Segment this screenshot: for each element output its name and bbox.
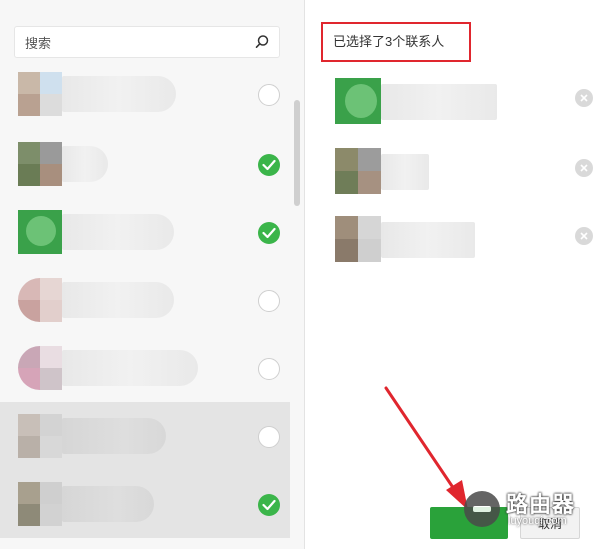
avatar bbox=[335, 148, 381, 194]
contact-row[interactable] bbox=[0, 266, 290, 334]
contact-name bbox=[62, 282, 174, 318]
select-contacts-dialog: 已选择了3个联系人 bbox=[0, 0, 600, 549]
contact-name bbox=[381, 84, 497, 120]
selected-contact bbox=[305, 140, 600, 200]
contact-list[interactable] bbox=[0, 60, 290, 538]
avatar bbox=[18, 346, 62, 390]
contact-row[interactable] bbox=[0, 130, 290, 198]
search-input[interactable] bbox=[23, 31, 247, 55]
select-checkbox[interactable] bbox=[258, 222, 280, 244]
contact-row[interactable] bbox=[0, 198, 290, 266]
select-checkbox[interactable] bbox=[258, 154, 280, 176]
contact-name bbox=[381, 154, 429, 190]
select-checkbox[interactable] bbox=[258, 494, 280, 516]
selected-count-label: 已选择了3个联系人 bbox=[321, 22, 471, 62]
cancel-button[interactable]: 取消 bbox=[520, 507, 580, 539]
selected-contact bbox=[305, 70, 600, 130]
avatar bbox=[18, 482, 62, 526]
avatar bbox=[335, 216, 381, 262]
contact-name bbox=[62, 146, 108, 182]
check-icon bbox=[262, 159, 276, 171]
select-checkbox[interactable] bbox=[258, 290, 280, 312]
remove-icon[interactable] bbox=[575, 227, 593, 245]
avatar bbox=[18, 72, 62, 116]
remove-icon[interactable] bbox=[575, 89, 593, 107]
contact-name bbox=[62, 350, 198, 386]
avatar bbox=[18, 278, 62, 322]
select-checkbox[interactable] bbox=[258, 358, 280, 380]
check-icon bbox=[262, 227, 276, 239]
selected-contact bbox=[305, 208, 600, 268]
contact-row[interactable] bbox=[0, 470, 290, 538]
contact-row[interactable] bbox=[0, 334, 290, 402]
annotation-arrow bbox=[384, 386, 468, 510]
avatar bbox=[18, 210, 62, 254]
avatar bbox=[335, 78, 381, 124]
avatar bbox=[18, 142, 62, 186]
check-icon bbox=[262, 499, 276, 511]
select-checkbox[interactable] bbox=[258, 426, 280, 448]
list-scrollbar[interactable] bbox=[294, 100, 300, 206]
select-checkbox[interactable] bbox=[258, 84, 280, 106]
contact-row[interactable] bbox=[0, 402, 290, 470]
remove-icon[interactable] bbox=[575, 159, 593, 177]
confirm-button[interactable] bbox=[430, 507, 508, 539]
contact-picker-panel bbox=[0, 0, 305, 549]
contact-name bbox=[62, 214, 174, 250]
search-icon[interactable] bbox=[253, 33, 271, 51]
contact-name bbox=[381, 222, 475, 258]
avatar bbox=[18, 414, 62, 458]
contact-name bbox=[62, 418, 166, 454]
contact-row[interactable] bbox=[0, 60, 290, 130]
contact-name bbox=[62, 486, 154, 522]
search-box[interactable] bbox=[14, 26, 280, 58]
contact-name bbox=[62, 76, 176, 112]
